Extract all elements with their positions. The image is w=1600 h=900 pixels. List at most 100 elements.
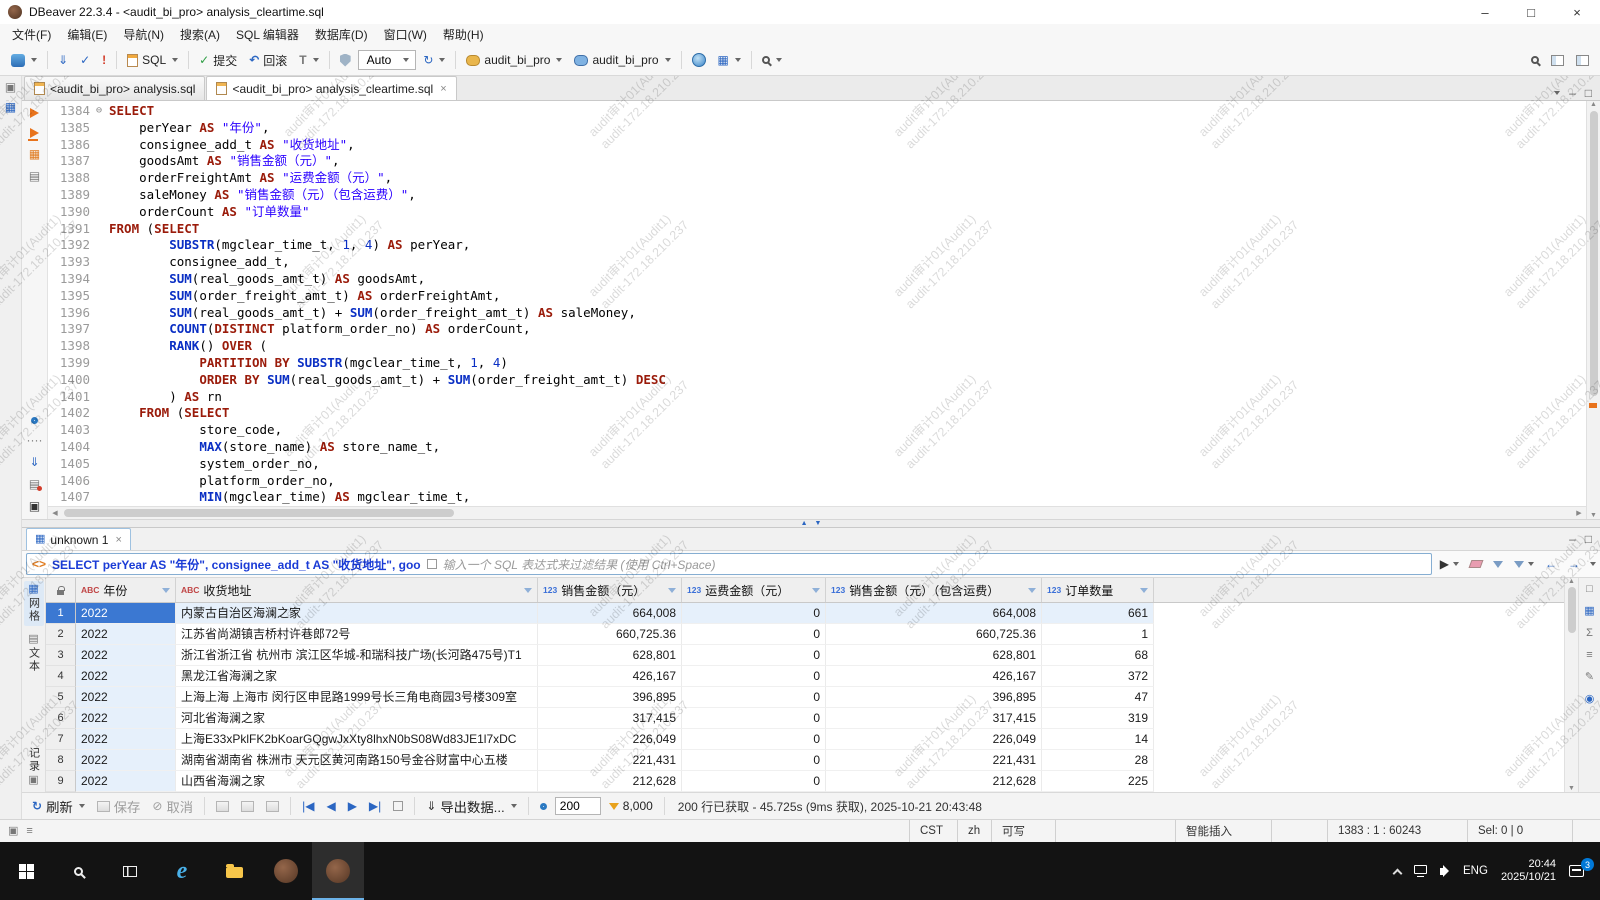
cell[interactable]: 2022 — [76, 624, 176, 645]
cell[interactable]: 68 — [1042, 645, 1154, 666]
commit-button[interactable]: ✓提交 — [194, 49, 242, 72]
filter-input[interactable]: <> SELECT perYear AS "年份", consignee_add… — [26, 553, 1432, 575]
grid-settings-button[interactable] — [536, 801, 551, 812]
result-grid[interactable]: ABC年份ABC收货地址123销售金额（元）123运费金额（元）123销售金额（… — [46, 578, 1564, 792]
quick-search-button[interactable] — [1526, 53, 1544, 67]
editor-tab-analysis[interactable]: <audit_bi_pro> analysis.sql — [24, 76, 205, 100]
code-line[interactable]: 1397 COUNT(DISTINCT platform_order_no) A… — [48, 321, 1586, 338]
cell[interactable]: 426,167 — [538, 666, 682, 687]
cell[interactable]: 660,725.36 — [538, 624, 682, 645]
code-line[interactable]: 1400 ORDER BY SUM(real_goods_amt_t) + SU… — [48, 372, 1586, 389]
value-viewer-icon[interactable]: ▦ — [1584, 606, 1594, 617]
segment-size-button[interactable]: 8,000 — [605, 797, 657, 815]
scroll-up-icon[interactable]: ▲ — [1568, 578, 1575, 585]
column-filter-button[interactable] — [668, 588, 676, 593]
scrollbar-thumb[interactable] — [1590, 111, 1598, 396]
code-line[interactable]: 1404 MAX(store_name) AS store_name_t, — [48, 439, 1586, 456]
more-icon[interactable]: ···· — [27, 434, 43, 446]
cell[interactable]: 212,628 — [538, 771, 682, 792]
vertical-scrollbar[interactable]: ▲ ▼ — [1586, 101, 1600, 519]
row-number[interactable]: 1 — [46, 603, 76, 624]
code-line[interactable]: 1387 goodsAmt AS "销售金额（元）", — [48, 153, 1586, 170]
action-center-button[interactable]: 3 — [1569, 865, 1588, 877]
scroll-right-icon[interactable]: ▶ — [1572, 509, 1586, 517]
new-connection-button[interactable] — [6, 51, 42, 70]
column-header-3[interactable]: 123运费金额（元） — [682, 578, 826, 602]
cell[interactable]: 0 — [682, 645, 826, 666]
maximize-panel-icon[interactable]: □ — [1585, 532, 1592, 546]
cell[interactable]: 317,415 — [826, 708, 1042, 729]
fetch-page-button[interactable] — [389, 799, 407, 813]
output-icon[interactable]: ⇓ — [29, 456, 39, 468]
cell[interactable]: 212,628 — [826, 771, 1042, 792]
cell[interactable]: 660,725.36 — [826, 624, 1042, 645]
taskbar-explorer-button[interactable] — [208, 842, 260, 900]
menu-navigate[interactable]: 导航(N) — [115, 24, 172, 45]
grid-vertical-scrollbar[interactable]: ▲ ▼ — [1564, 578, 1578, 792]
cell[interactable]: 2022 — [76, 771, 176, 792]
code-line[interactable]: 1405 system_order_no, — [48, 456, 1586, 473]
collapse-up-icon[interactable]: ▲ — [801, 520, 808, 527]
table-row[interactable]: 12022内蒙古自治区海澜之家664,0080664,008661 — [46, 603, 1564, 624]
cell[interactable]: 226,049 — [538, 729, 682, 750]
maximize-panel-icon[interactable]: □ — [1585, 86, 1592, 100]
menu-window[interactable]: 窗口(W) — [376, 24, 435, 45]
cell[interactable]: 661 — [1042, 603, 1154, 624]
close-button[interactable]: × — [1554, 0, 1600, 24]
chevron-down-icon[interactable] — [1590, 562, 1596, 566]
execute-script-icon[interactable] — [30, 128, 39, 138]
editor-tab-analysis-cleartime[interactable]: <audit_bi_pro> analysis_cleartime.sql × — [206, 76, 456, 100]
row-number[interactable]: 3 — [46, 645, 76, 666]
code-line[interactable]: 1388 orderFreightAmt AS "运费金额（元）", — [48, 170, 1586, 187]
export-data-button[interactable]: ⇓导出数据... — [422, 795, 520, 818]
add-row-button[interactable] — [212, 799, 233, 814]
delete-row-button[interactable] — [262, 799, 283, 814]
perspective-sql-button[interactable] — [1546, 52, 1569, 69]
cell[interactable]: 上海上海 上海市 闵行区申昆路1999号长三角电商园3号楼309室 — [176, 687, 538, 708]
code-line[interactable]: 1386 consignee_add_t AS "收货地址", — [48, 137, 1586, 154]
record-mode-tab[interactable]: 记录 ▣ — [24, 744, 44, 789]
cell[interactable]: 湖南省湖南省 株洲市 天元区黄河南路150号金谷财富中心五楼 — [176, 750, 538, 771]
cell[interactable]: 0 — [682, 729, 826, 750]
query-history-button[interactable]: ↻ — [418, 51, 450, 69]
cell[interactable]: 628,801 — [826, 645, 1042, 666]
code-line[interactable]: 1402 FROM (SELECT — [48, 405, 1586, 422]
cell[interactable]: 河北省海澜之家 — [176, 708, 538, 729]
scrollbar-thumb[interactable] — [1568, 587, 1576, 633]
column-filter-button[interactable] — [1028, 588, 1036, 593]
fold-icon[interactable]: ⊖ — [96, 103, 109, 120]
cell[interactable]: 396,895 — [538, 687, 682, 708]
cell[interactable]: 黑龙江省海澜之家 — [176, 666, 538, 687]
open-sql-script-button[interactable]: ⇓ — [53, 51, 73, 69]
cell[interactable]: 47 — [1042, 687, 1154, 708]
save-button[interactable]: 保存 — [93, 795, 145, 818]
cell[interactable]: 317,415 — [538, 708, 682, 729]
code-line[interactable]: 1398 RANK() OVER ( — [48, 338, 1586, 355]
volume-icon[interactable] — [1440, 868, 1444, 875]
horizontal-scrollbar[interactable]: ◀ ▶ — [48, 506, 1586, 519]
menu-edit[interactable]: 编辑(E) — [59, 24, 115, 45]
code-line[interactable]: 1394 SUM(real_goods_amt_t) AS goodsAmt, — [48, 271, 1586, 288]
cell[interactable]: 1 — [1042, 624, 1154, 645]
scrollbar-thumb[interactable] — [64, 509, 454, 517]
cell[interactable]: 2022 — [76, 645, 176, 666]
scroll-up-icon[interactable]: ▲ — [1590, 101, 1597, 108]
row-number[interactable]: 6 — [46, 708, 76, 729]
cell[interactable]: 396,895 — [826, 687, 1042, 708]
previous-row-button[interactable]: ◀ — [322, 798, 339, 814]
aggregate-icon[interactable]: Σ — [1586, 628, 1593, 639]
tab-list-icon[interactable] — [1554, 91, 1560, 95]
expand-filter-icon[interactable] — [427, 559, 437, 569]
taskbar-search-button[interactable] — [52, 842, 104, 900]
scroll-down-icon[interactable]: ▼ — [1590, 512, 1597, 519]
code-area[interactable]: 1384⊖SELECT1385 perYear AS "年份",1386 con… — [48, 101, 1586, 506]
cell[interactable]: 225 — [1042, 771, 1154, 792]
taskbar-ie-button[interactable]: e — [156, 842, 208, 900]
cell[interactable]: 山西省海澜之家 — [176, 771, 538, 792]
cell[interactable]: 2022 — [76, 666, 176, 687]
explain-plan-icon[interactable]: ▦ — [29, 148, 40, 160]
network-profile-button[interactable] — [687, 50, 711, 70]
first-row-button[interactable]: |◀ — [298, 798, 318, 814]
cell[interactable]: 上海E33xPklFK2bKoarGQgwJxXty8lhxN0bS08Wd83… — [176, 729, 538, 750]
cell[interactable]: 426,167 — [826, 666, 1042, 687]
